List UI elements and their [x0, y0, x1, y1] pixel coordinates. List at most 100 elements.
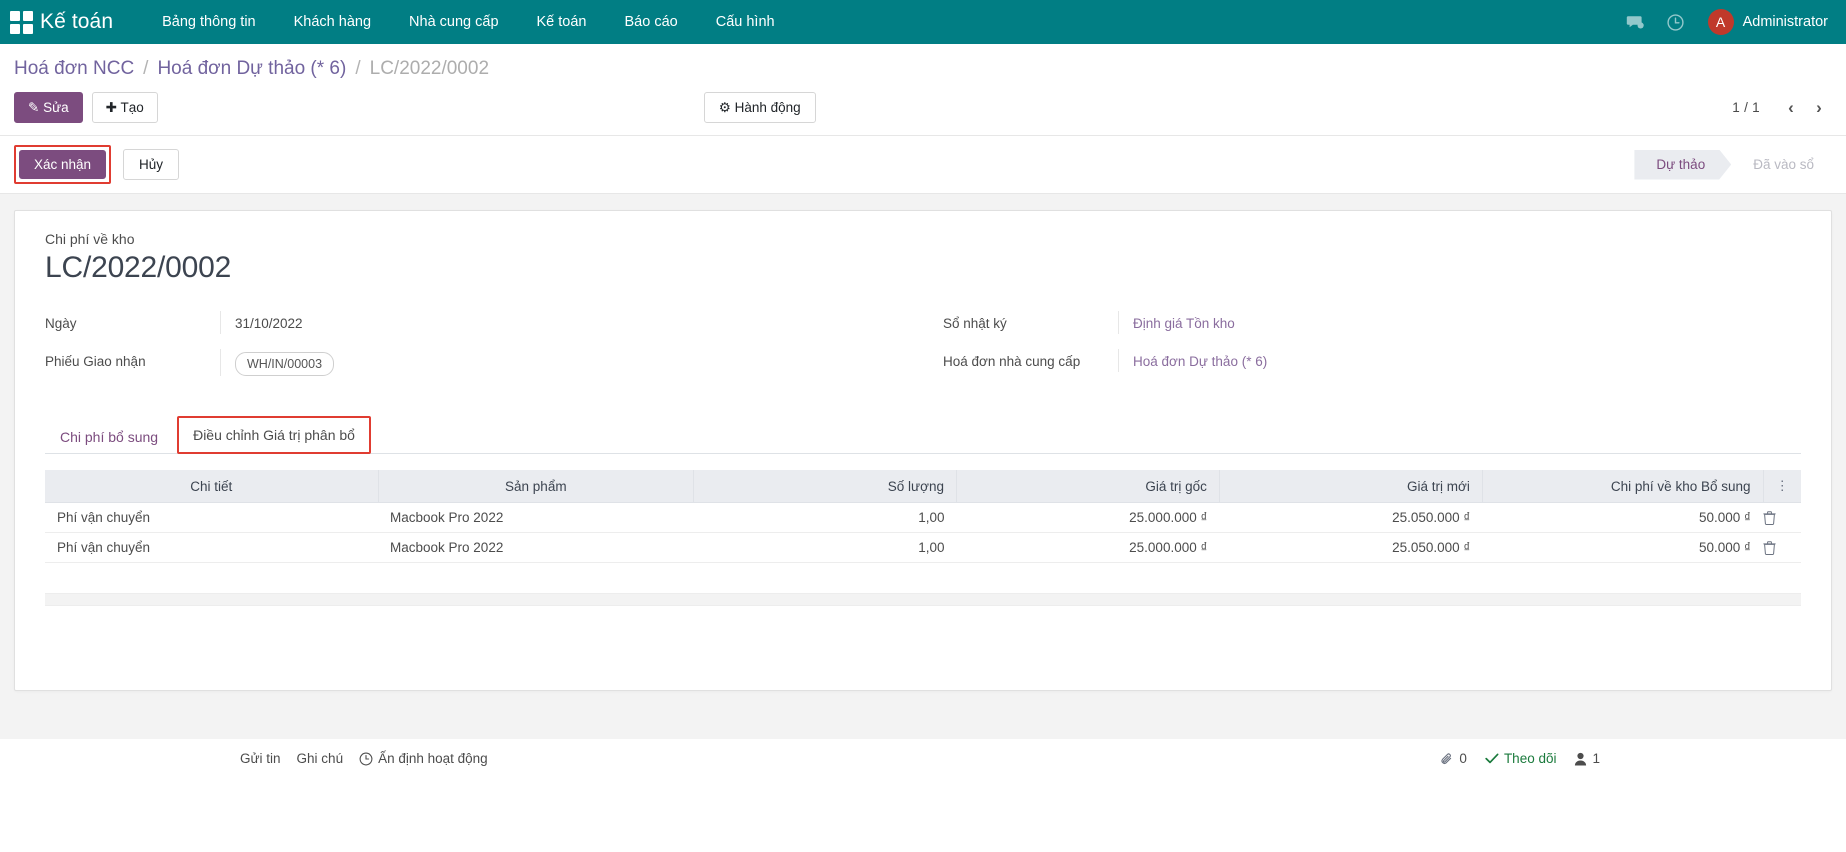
- field-vendor-bill-value[interactable]: Hoá đơn Dự thảo (* 6): [1118, 349, 1781, 372]
- pager: 1 / 1 ‹ ›: [1732, 95, 1832, 121]
- column-header-product[interactable]: Sản phẩm: [378, 470, 695, 503]
- column-header-original-value[interactable]: Giá trị gốc: [956, 470, 1220, 503]
- schedule-activity-button[interactable]: Ấn định hoạt động: [351, 749, 496, 768]
- breadcrumb-item-current: LC/2022/0002: [369, 58, 490, 79]
- create-button[interactable]: ✚ Tạo: [91, 92, 158, 123]
- cell-original-value: 25.000.000 ₫: [956, 502, 1220, 533]
- breadcrumb-item-vendor-bills[interactable]: Hoá đơn NCC: [14, 58, 134, 80]
- table-row[interactable]: Phí vận chuyển Macbook Pro 2022 1,00 25.…: [45, 502, 1801, 533]
- cell-quantity: 1,00: [693, 502, 957, 533]
- field-transfer-label: Phiếu Giao nhận: [45, 354, 146, 369]
- chevron-right-icon[interactable]: ›: [1806, 95, 1832, 121]
- attachment-count[interactable]: 0: [1440, 751, 1467, 766]
- cell-detail: Phí vận chuyển: [45, 532, 379, 563]
- breadcrumb-separator: /: [143, 58, 149, 79]
- field-journal-value[interactable]: Định giá Tồn kho: [1118, 311, 1781, 334]
- page-title: LC/2022/0002: [45, 251, 232, 284]
- action-menu-label: Hành động: [734, 100, 801, 115]
- edit-button-label: Sửa: [43, 100, 69, 115]
- menu-item-dashboard[interactable]: Bảng thông tin: [143, 0, 275, 44]
- form-subtitle: Chi phí về kho: [45, 231, 135, 247]
- transfer-reference-badge[interactable]: WH/IN/00003: [235, 352, 335, 376]
- cancel-button[interactable]: Hủy: [123, 149, 180, 180]
- confirm-button[interactable]: Xác nhận: [19, 150, 107, 179]
- chatter-bar: Gửi tin Ghi chú Ấn định hoạt động 0 Theo…: [0, 739, 1846, 778]
- cell-detail: Phí vận chuyển: [45, 502, 379, 533]
- table-header: Chi tiết Sản phẩm Số lượng Giá trị gốc G…: [45, 470, 1801, 503]
- table-body: Phí vận chuyển Macbook Pro 2022 1,00 25.…: [45, 502, 1801, 594]
- breadcrumb-separator: /: [355, 58, 361, 79]
- valuation-adjustments-table: Chi tiết Sản phẩm Số lượng Giá trị gốc G…: [45, 470, 1801, 594]
- avatar[interactable]: A: [1707, 9, 1734, 35]
- form-column-left: Ngày 31/10/2022 Phiếu Giao nhận WH/IN/00…: [45, 311, 923, 388]
- menu-item-configuration[interactable]: Cấu hình: [697, 0, 794, 44]
- check-icon: [1485, 752, 1499, 765]
- create-button-label: Tạo: [120, 100, 144, 115]
- chat-bubble-icon[interactable]: [1616, 0, 1656, 44]
- form-columns: Ngày 31/10/2022 Phiếu Giao nhận WH/IN/00…: [45, 311, 1801, 388]
- log-note-button[interactable]: Ghi chú: [289, 749, 352, 768]
- action-menu-button[interactable]: ⚙ Hành động: [703, 92, 816, 123]
- clock-icon[interactable]: [1656, 0, 1696, 44]
- cell-new-value: 25.050.000 ₫: [1219, 502, 1483, 533]
- breadcrumb: Hoá đơn NCC / Hoá đơn Dự thảo (* 6) / LC…: [14, 44, 1832, 84]
- send-message-button[interactable]: Gửi tin: [232, 749, 289, 768]
- table-footer-strip: [45, 594, 1801, 606]
- column-header-detail[interactable]: Chi tiết: [45, 470, 379, 503]
- following-label: Theo dõi: [1503, 751, 1557, 766]
- trash-icon[interactable]: [1763, 502, 1801, 533]
- status-pill-posted[interactable]: Đã vào sổ: [1731, 150, 1832, 180]
- field-vendor-bill: Hoá đơn nhà cung cấp Hoá đơn Dự thảo (* …: [943, 349, 1781, 375]
- field-date-value[interactable]: 31/10/2022: [220, 311, 903, 334]
- tab-valuation-adjustments-highlight: Điều chỉnh Giá trị phân bổ: [177, 416, 371, 454]
- chevron-left-icon[interactable]: ‹: [1778, 95, 1804, 121]
- field-vendor-bill-label: Hoá đơn nhà cung cấp: [943, 354, 1081, 369]
- chatter-actions: Gửi tin Ghi chú Ấn định hoạt động: [232, 749, 496, 768]
- breadcrumb-item-draft-bills[interactable]: Hoá đơn Dự thảo (* 6): [157, 58, 346, 80]
- menu-item-accounting[interactable]: Kế toán: [518, 0, 606, 44]
- cell-additional-landed-cost: 50.000 ₫: [1482, 502, 1763, 533]
- paperclip-icon: [1440, 752, 1454, 766]
- tab-valuation-adjustments[interactable]: Điều chỉnh Giá trị phân bổ: [179, 418, 369, 452]
- menu-item-reporting[interactable]: Báo cáo: [606, 0, 697, 44]
- cell-product: Macbook Pro 2022: [378, 502, 694, 533]
- attachment-count-value: 0: [1459, 751, 1467, 766]
- field-journal-label: Sổ nhật ký: [943, 316, 1007, 331]
- form-column-right: Sổ nhật ký Định giá Tồn kho Hoá đơn nhà …: [923, 311, 1801, 388]
- field-transfer-value-wrap: WH/IN/00003: [220, 349, 903, 376]
- pencil-icon: ✎: [28, 100, 40, 115]
- status-bar: Xác nhận Hủy Dự thảo Đã vào sổ: [0, 136, 1846, 194]
- column-header-additional-landed-cost[interactable]: Chi phí về kho Bổ sung: [1482, 470, 1764, 503]
- column-options-icon[interactable]: ⋮: [1763, 470, 1801, 503]
- field-transfer: Phiếu Giao nhận WH/IN/00003: [45, 349, 903, 376]
- menu-item-vendors[interactable]: Nhà cung cấp: [390, 0, 517, 44]
- top-navbar: Kế toán Bảng thông tin Khách hàng Nhà cu…: [0, 0, 1846, 44]
- menu-item-customers[interactable]: Khách hàng: [275, 0, 390, 44]
- column-header-new-value[interactable]: Giá trị mới: [1219, 470, 1483, 503]
- trash-icon[interactable]: [1763, 532, 1801, 563]
- cell-product: Macbook Pro 2022: [378, 532, 694, 563]
- status-pipeline: Dự thảo Đã vào sổ: [1634, 150, 1832, 180]
- cell-new-value: 25.050.000 ₫: [1219, 532, 1483, 563]
- notebook-tabs: Chi phí bổ sung Điều chỉnh Giá trị phân …: [45, 414, 1801, 454]
- followers-count-value: 1: [1592, 751, 1600, 766]
- edit-button[interactable]: ✎ Sửa: [14, 92, 83, 123]
- user-menu-label[interactable]: Administrator: [1743, 14, 1832, 30]
- table-header-row: Chi tiết Sản phẩm Số lượng Giá trị gốc G…: [45, 470, 1801, 503]
- pager-count: 1 / 1: [1732, 100, 1760, 115]
- following-button[interactable]: Theo dõi: [1485, 751, 1557, 766]
- schedule-activity-label: Ấn định hoạt động: [378, 751, 488, 766]
- form-background: Chi phí về kho LC/2022/0002 Ngày 31/10/2…: [0, 194, 1846, 739]
- chatter-stats: 0 Theo dõi 1: [1440, 751, 1832, 766]
- status-pill-draft[interactable]: Dự thảo: [1634, 150, 1731, 180]
- followers-count[interactable]: 1: [1574, 751, 1600, 766]
- table-row[interactable]: Phí vận chuyển Macbook Pro 2022 1,00 25.…: [45, 532, 1801, 563]
- clock-icon: [359, 752, 373, 766]
- cell-original-value: 25.000.000 ₫: [956, 532, 1220, 563]
- main-menu: Bảng thông tin Khách hàng Nhà cung cấp K…: [143, 0, 794, 44]
- app-brand-title[interactable]: Kế toán: [40, 10, 113, 34]
- column-header-quantity[interactable]: Số lượng: [693, 470, 957, 503]
- cell-additional-landed-cost: 50.000 ₫: [1482, 532, 1763, 563]
- apps-grid-icon[interactable]: [8, 9, 34, 35]
- tab-additional-costs[interactable]: Chi phí bổ sung: [45, 419, 173, 454]
